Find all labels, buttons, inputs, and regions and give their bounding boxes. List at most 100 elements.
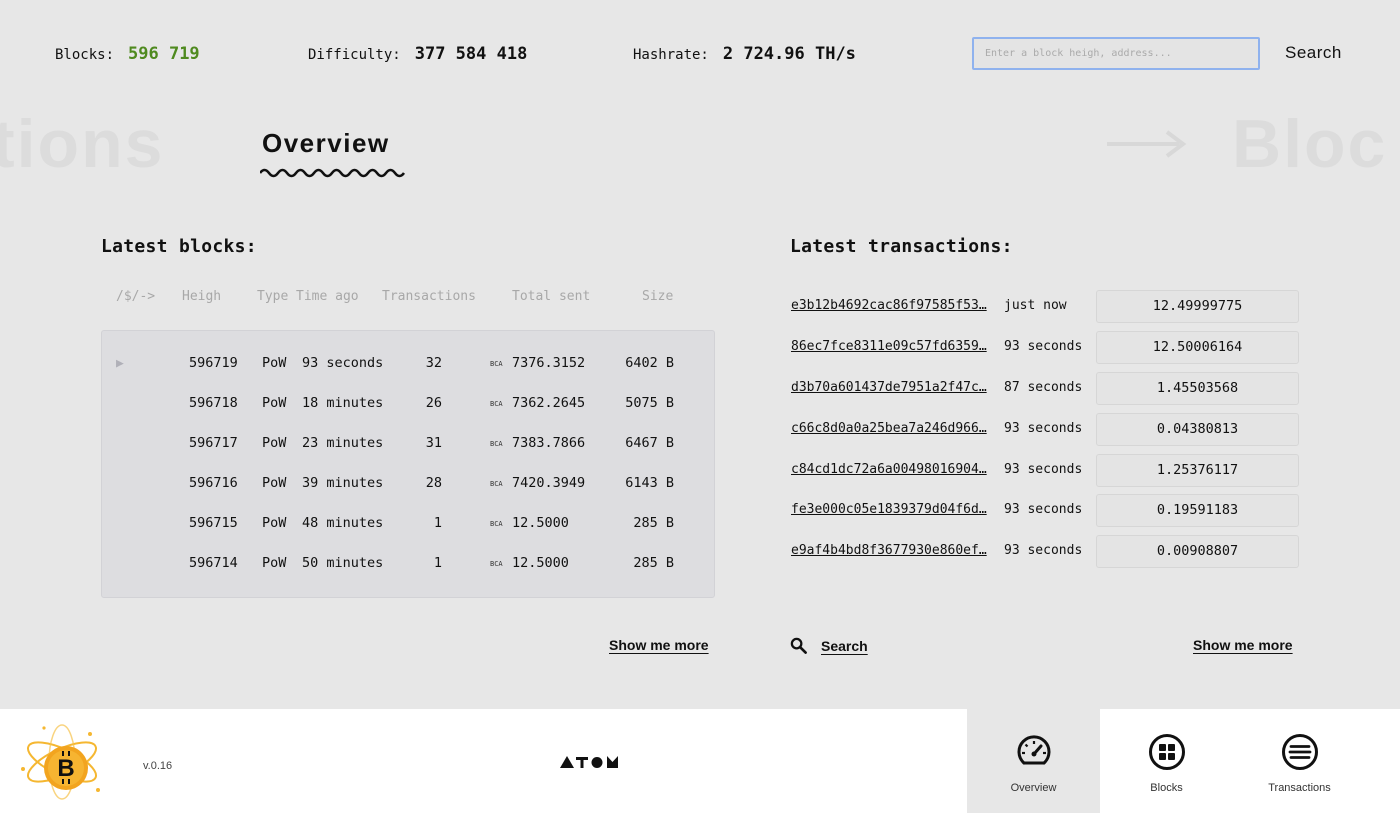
list-item: d3b70a601437de7951a2f47c… 87 seconds 1.4…	[791, 372, 1299, 406]
block-tx-count: 26	[425, 395, 442, 411]
block-size: 6143 B	[625, 475, 674, 491]
bitcoin-atom-logo-icon[interactable]: B	[18, 723, 104, 801]
atom-brand-logo-icon	[560, 756, 618, 768]
currency-label: BCA	[490, 360, 503, 368]
tx-hash-link[interactable]: fe3e000c05e1839379d04f6d…	[791, 502, 995, 517]
block-height[interactable]: 596717	[189, 435, 238, 451]
col-total: Total sent	[512, 289, 591, 304]
currency-label: BCA	[490, 480, 503, 488]
blocks-show-more-link[interactable]: Show me more	[609, 637, 709, 653]
tx-hash-link[interactable]: d3b70a601437de7951a2f47c…	[791, 380, 995, 395]
col-size: Size	[642, 289, 674, 304]
wave-underline	[260, 168, 406, 178]
nav-blocks-label: Blocks	[1150, 782, 1183, 794]
ghost-nav-left[interactable]: tions	[0, 105, 164, 183]
blocks-table-header: /$/-> Heigh Type Time ago Transactions T…	[101, 289, 715, 307]
block-time: 50 minutes	[302, 555, 384, 571]
tx-time: 93 seconds	[1004, 339, 1083, 354]
tx-amount: 0.00908807	[1096, 535, 1299, 568]
tx-hash-link[interactable]: c84cd1dc72a6a00498016904…	[791, 462, 995, 477]
block-size: 285 B	[633, 555, 674, 571]
tx-hash-link[interactable]: c66c8d0a0a25bea7a246d966…	[791, 421, 995, 436]
stat-blocks: Blocks: 596 719	[55, 44, 200, 64]
stat-difficulty-label: Difficulty:	[308, 47, 401, 63]
list-item: c66c8d0a0a25bea7a246d966… 93 seconds 0.0…	[791, 413, 1299, 447]
tx-time: just now	[1004, 298, 1067, 313]
svg-text:B: B	[57, 755, 74, 782]
table-row[interactable]: ▶ 596719 PoW 93 seconds 32 BCA 7376.3152…	[102, 344, 714, 384]
list-lines-icon	[1282, 734, 1318, 770]
tx-search-label: Search	[821, 637, 868, 654]
speedometer-icon	[1017, 735, 1051, 765]
tx-hash-link[interactable]: 86ec7fce8311e09c57fd6359…	[791, 339, 995, 354]
block-height[interactable]: 596716	[189, 475, 238, 491]
search-button[interactable]: Search	[1285, 43, 1342, 63]
page-title: Overview	[262, 128, 390, 158]
list-item: e3b12b4692cac86f97585f53… just now 12.49…	[791, 290, 1299, 324]
tx-time: 87 seconds	[1004, 380, 1083, 395]
stat-hashrate-value: 2 724.96 TH/s	[722, 44, 856, 64]
nav-transactions[interactable]: Transactions	[1233, 709, 1366, 813]
table-row[interactable]: 596718 PoW 18 minutes 26 BCA 7362.2645 5…	[102, 384, 714, 424]
currency-label: BCA	[490, 520, 503, 528]
col-time: Time ago	[296, 289, 359, 304]
block-height[interactable]: 596718	[189, 395, 238, 411]
tx-search-link[interactable]: Search	[790, 637, 868, 654]
block-time: 48 minutes	[302, 515, 384, 531]
block-tx-count: 28	[425, 475, 442, 491]
nav-overview-label: Overview	[1010, 782, 1057, 794]
tx-amount: 12.50006164	[1096, 331, 1299, 364]
tx-amount: 1.45503568	[1096, 372, 1299, 405]
nav-blocks[interactable]: Blocks	[1100, 709, 1233, 813]
stat-blocks-label: Blocks:	[55, 47, 115, 63]
ghost-nav-right[interactable]: Bloc	[1232, 105, 1387, 183]
list-item: 86ec7fce8311e09c57fd6359… 93 seconds 12.…	[791, 331, 1299, 365]
stat-difficulty: Difficulty: 377 584 418	[308, 44, 527, 64]
block-total: 12.5000	[512, 515, 569, 531]
tx-time: 93 seconds	[1004, 421, 1083, 436]
block-tx-count: 31	[425, 435, 442, 451]
tx-time: 93 seconds	[1004, 543, 1083, 558]
block-time: 18 minutes	[302, 395, 384, 411]
block-total: 7383.7866	[512, 435, 586, 451]
list-item: c84cd1dc72a6a00498016904… 93 seconds 1.2…	[791, 454, 1299, 488]
tx-amount: 0.19591183	[1096, 494, 1299, 527]
table-row[interactable]: 596717 PoW 23 minutes 31 BCA 7383.7866 6…	[102, 424, 714, 464]
latest-transactions-title: Latest transactions:	[790, 236, 1013, 257]
block-height[interactable]: 596714	[189, 555, 238, 571]
block-type: PoW	[262, 395, 287, 411]
tx-amount: 1.25376117	[1096, 454, 1299, 487]
stat-difficulty-value: 377 584 418	[414, 44, 528, 64]
tx-amount: 0.04380813	[1096, 413, 1299, 446]
transactions-show-more-link[interactable]: Show me more	[1193, 637, 1293, 653]
tx-hash-link[interactable]: e9af4b4bd8f3677930e860ef…	[791, 543, 995, 558]
col-transactions: Transactions	[382, 289, 476, 304]
block-tx-count: 32	[425, 355, 442, 371]
list-item: fe3e000c05e1839379d04f6d… 93 seconds 0.1…	[791, 494, 1299, 528]
arrow-right-icon[interactable]	[1107, 128, 1187, 160]
block-type: PoW	[262, 515, 287, 531]
block-size: 6402 B	[625, 355, 674, 371]
stat-blocks-value: 596 719	[128, 44, 200, 64]
table-row[interactable]: 596714 PoW 50 minutes 1 BCA 12.5000 285 …	[102, 544, 714, 584]
block-type: PoW	[262, 435, 287, 451]
nav-transactions-label: Transactions	[1268, 782, 1331, 794]
block-type: PoW	[262, 475, 287, 491]
block-time: 39 minutes	[302, 475, 384, 491]
search-input[interactable]	[972, 37, 1260, 70]
block-time: 93 seconds	[302, 355, 384, 371]
table-row[interactable]: 596715 PoW 48 minutes 1 BCA 12.5000 285 …	[102, 504, 714, 544]
grid-icon	[1149, 734, 1185, 770]
block-size: 6467 B	[625, 435, 674, 451]
col-type: Type	[257, 289, 289, 304]
block-total: 7376.3152	[512, 355, 586, 371]
block-height[interactable]: 596719	[189, 355, 238, 371]
tx-time: 93 seconds	[1004, 462, 1083, 477]
col-height: Heigh	[182, 289, 222, 304]
block-tx-count: 1	[433, 555, 442, 571]
footer-bar: B v.0.16 Overview Blocks Transactions	[0, 709, 1400, 813]
block-height[interactable]: 596715	[189, 515, 238, 531]
tx-hash-link[interactable]: e3b12b4692cac86f97585f53…	[791, 298, 995, 313]
table-row[interactable]: 596716 PoW 39 minutes 28 BCA 7420.3949 6…	[102, 464, 714, 504]
nav-overview[interactable]: Overview	[967, 709, 1100, 813]
